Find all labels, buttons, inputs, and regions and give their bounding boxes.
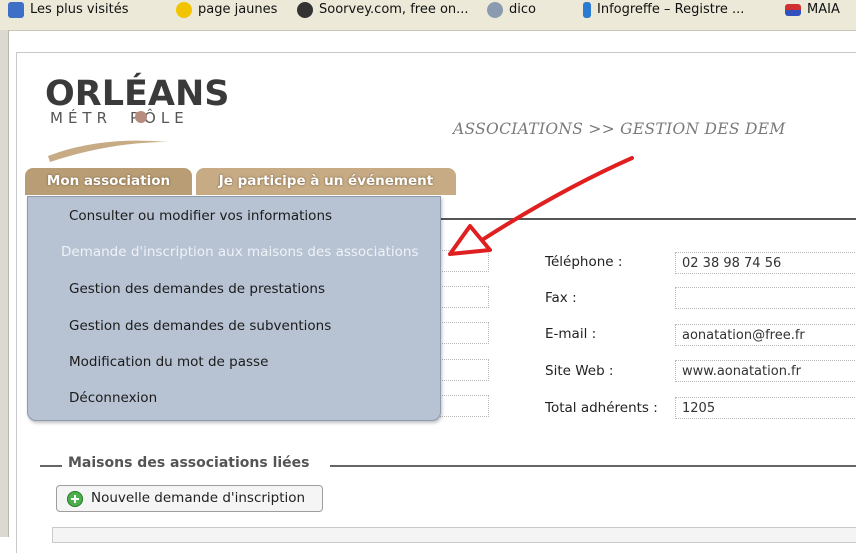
phone-field[interactable]: 02 38 98 74 56 — [675, 252, 856, 274]
bookmark-label: Infogreffe – Registre ... — [597, 2, 745, 17]
bookmark-label: MAIA — [807, 2, 840, 17]
tab-je-participe-evenement[interactable]: Je participe à un événement — [196, 168, 456, 195]
page-heading: ASSOCIATIONS >> GESTION DES DEM — [453, 120, 786, 138]
bookmark-page-jaunes[interactable]: page jaunes — [176, 0, 277, 20]
menu-item-demande-inscription[interactable]: Demande d'inscription aux maisons des as… — [61, 244, 419, 260]
window-frame-left — [0, 30, 9, 537]
association-dropdown-menu: Consulter ou modifier vos informations D… — [27, 196, 441, 421]
menu-item-demandes-subventions[interactable]: Gestion des demandes de subventions — [69, 318, 331, 334]
website-field[interactable]: www.aonatation.fr — [675, 360, 856, 382]
section-rule-right — [330, 465, 856, 467]
email-field[interactable]: aonatation@free.fr — [675, 324, 856, 346]
total-members-label: Total adhérents : — [545, 400, 658, 416]
menu-item-deconnexion[interactable]: Déconnexion — [69, 390, 157, 406]
bookmark-label: page jaunes — [198, 2, 278, 17]
website-label: Site Web : — [545, 363, 614, 379]
logo-subtitle-left: MÉTR — [50, 109, 113, 127]
menu-item-mot-de-passe[interactable]: Modification du mot de passe — [69, 354, 268, 370]
section-rule-left — [40, 465, 62, 467]
maia-flag-icon — [785, 3, 801, 16]
pagesjaunes-icon — [176, 1, 192, 18]
total-members-field[interactable]: 1205 — [675, 397, 856, 419]
tab-mon-association[interactable]: Mon association — [25, 168, 192, 195]
logo-dot-icon — [135, 111, 147, 123]
section-title-maisons: Maisons des associations liées — [68, 455, 310, 471]
fax-label: Fax : — [545, 290, 577, 306]
email-label: E-mail : — [545, 326, 597, 342]
bookmark-maia[interactable]: MAIA — [785, 0, 840, 20]
infogreffe-icon — [583, 1, 591, 18]
new-request-button-label: Nouvelle demande d'inscription — [91, 490, 306, 506]
soorvey-icon — [297, 1, 313, 18]
add-icon — [67, 491, 83, 507]
bookmark-label: Soorvey.com, free on... — [319, 2, 469, 17]
red-arrow-annotation-icon — [448, 156, 634, 256]
menu-item-demandes-prestations[interactable]: Gestion des demandes de prestations — [69, 281, 325, 297]
bookmark-label: dico — [509, 2, 536, 17]
bookmarks-toolbar: Les plus visités page jaunes Soorvey.com… — [0, 0, 856, 31]
logo-title: ORLÉANS — [45, 74, 230, 114]
bookmark-infogreffe[interactable]: Infogreffe – Registre ... — [583, 0, 744, 20]
bookmark-soorvey[interactable]: Soorvey.com, free on... — [297, 0, 469, 20]
fax-field[interactable] — [675, 287, 856, 309]
bookmark-dico[interactable]: dico — [487, 0, 536, 20]
bookmark-label: Les plus visités — [30, 2, 129, 17]
logo-swoosh-icon — [48, 140, 168, 162]
logo-subtitle: MÉTR PÔLE — [50, 109, 189, 127]
bookmark-blue-icon — [8, 1, 24, 18]
maisons-table-header — [52, 527, 856, 543]
dico-icon — [487, 1, 503, 18]
menu-item-consulter-informations[interactable]: Consulter ou modifier vos informations — [69, 208, 332, 224]
new-request-button[interactable]: Nouvelle demande d'inscription — [56, 485, 323, 512]
bookmark-les-plus-visites[interactable]: Les plus visités — [8, 0, 128, 20]
